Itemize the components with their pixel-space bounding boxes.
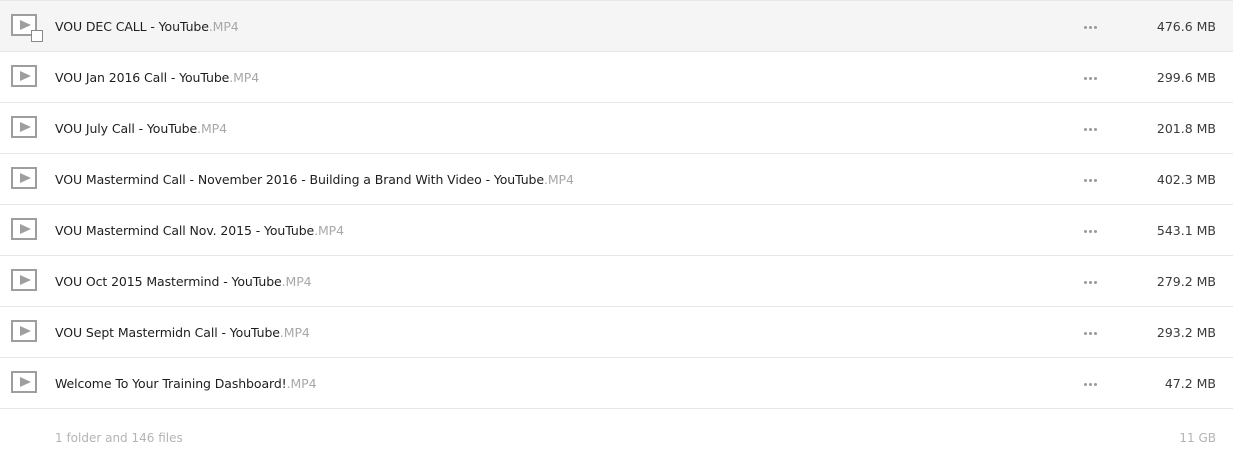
more-options-dot	[1084, 127, 1087, 131]
file-name[interactable]: VOU DEC CALL - YouTube.MP4	[55, 1, 239, 52]
file-size: 293.2 MB	[1156, 325, 1216, 340]
play-icon	[20, 121, 31, 132]
play-icon	[20, 19, 31, 30]
file-extension: .MP4	[281, 274, 312, 289]
file-name-base: VOU Sept Mastermidn Call - YouTube	[55, 325, 280, 340]
more-options-dot	[1089, 127, 1092, 131]
video-file-icon	[11, 269, 37, 291]
file-extension: .MP4	[544, 172, 574, 187]
file-count-summary: 1 folder and 146 files	[55, 431, 183, 445]
more-options-dot	[1094, 331, 1097, 335]
file-extension: .MP4	[314, 223, 344, 238]
file-size: 201.8 MB	[1156, 121, 1216, 136]
file-extension: .MP4	[279, 325, 310, 340]
more-options-dot	[1089, 178, 1092, 182]
file-extension: .MP4	[197, 121, 227, 136]
more-options-dot	[1094, 280, 1097, 284]
more-options-dot	[1084, 76, 1087, 80]
file-size: 279.2 MB	[1156, 274, 1216, 289]
more-options-dot	[1089, 280, 1092, 284]
file-row[interactable]: VOU Jan 2016 Call - YouTube.MP4 299.6 MB	[0, 52, 1233, 103]
file-name-base: VOU July Call - YouTube	[55, 121, 198, 136]
file-extension: .MP4	[286, 376, 317, 391]
file-name[interactable]: VOU July Call - YouTube.MP4	[55, 103, 227, 154]
total-size: 11 GB	[1179, 431, 1216, 445]
file-row[interactable]: VOU DEC CALL - YouTube.MP4 476.6 MB	[0, 0, 1233, 52]
more-options-dot	[1084, 331, 1087, 335]
play-icon	[20, 376, 31, 387]
more-options-dot	[1089, 331, 1092, 335]
video-file-icon	[11, 218, 37, 240]
more-options-dot	[1094, 382, 1097, 386]
more-options-dot	[1094, 178, 1097, 182]
more-options-dot	[1094, 25, 1097, 29]
more-options-icon[interactable]	[1084, 228, 1097, 234]
play-icon	[20, 274, 31, 285]
row-checkbox[interactable]	[31, 30, 43, 42]
file-size: 47.2 MB	[1164, 376, 1216, 391]
more-options-dot	[1094, 127, 1097, 131]
file-size: 476.6 MB	[1156, 19, 1216, 34]
more-options-dot	[1084, 280, 1087, 284]
video-file-icon	[11, 65, 37, 87]
more-options-icon[interactable]	[1084, 75, 1097, 81]
file-size: 402.3 MB	[1156, 172, 1216, 187]
more-options-dot	[1089, 229, 1092, 233]
file-name[interactable]: VOU Jan 2016 Call - YouTube.MP4	[55, 52, 259, 103]
play-icon	[20, 325, 31, 336]
more-options-icon[interactable]	[1084, 24, 1097, 30]
file-name[interactable]: VOU Sept Mastermidn Call - YouTube.MP4	[55, 307, 310, 358]
file-name-base: VOU Mastermind Call Nov. 2015 - YouTube	[55, 223, 315, 238]
file-row[interactable]: Welcome To Your Training Dashboard!.MP4 4…	[0, 358, 1233, 409]
file-name[interactable]: VOU Mastermind Call Nov. 2015 - YouTube.…	[55, 205, 344, 256]
more-options-dot	[1089, 382, 1092, 386]
file-row[interactable]: VOU Oct 2015 Mastermind - YouTube.MP4 279…	[0, 256, 1233, 307]
more-options-dot	[1094, 76, 1097, 80]
file-name[interactable]: VOU Mastermind Call - November 2016 - Bu…	[55, 154, 574, 205]
file-row[interactable]: VOU July Call - YouTube.MP4 201.8 MB	[0, 103, 1233, 154]
file-name[interactable]: VOU Oct 2015 Mastermind - YouTube.MP4	[55, 256, 312, 307]
more-options-dot	[1084, 382, 1087, 386]
more-options-dot	[1089, 25, 1092, 29]
file-name-base: VOU Mastermind Call - November 2016 - Bu…	[55, 172, 544, 187]
file-name-base: VOU DEC CALL - YouTube	[55, 19, 209, 34]
video-file-icon	[11, 371, 37, 393]
video-file-icon	[11, 320, 37, 342]
more-options-icon[interactable]	[1084, 381, 1097, 387]
file-row[interactable]: VOU Mastermind Call Nov. 2015 - YouTube.…	[0, 205, 1233, 256]
video-file-icon	[11, 167, 37, 189]
file-name-base: VOU Oct 2015 Mastermind - YouTube	[55, 274, 282, 289]
file-name-base: VOU Jan 2016 Call - YouTube	[55, 70, 230, 85]
file-list: VOU DEC CALL - YouTube.MP4 476.6 MB VOU Ja…	[0, 0, 1233, 409]
play-icon	[20, 223, 31, 234]
more-options-dot	[1094, 229, 1097, 233]
folder-summary-footer: 1 folder and 146 files 11 GB	[0, 410, 1233, 470]
more-options-dot	[1084, 229, 1087, 233]
more-options-dot	[1084, 178, 1087, 182]
file-extension: .MP4	[229, 70, 260, 85]
more-options-icon[interactable]	[1084, 126, 1097, 132]
more-options-dot	[1089, 76, 1092, 80]
file-name[interactable]: Welcome To Your Training Dashboard!.MP4	[55, 358, 317, 409]
play-icon	[20, 70, 31, 81]
more-options-icon[interactable]	[1084, 330, 1097, 336]
file-name-base: Welcome To Your Training Dashboard!	[55, 376, 287, 391]
file-extension: .MP4	[208, 19, 239, 34]
file-size: 543.1 MB	[1156, 223, 1216, 238]
more-options-icon[interactable]	[1084, 177, 1097, 183]
more-options-icon[interactable]	[1084, 279, 1097, 285]
video-file-icon	[11, 116, 37, 138]
play-icon	[20, 172, 31, 183]
more-options-dot	[1084, 25, 1087, 29]
file-size: 299.6 MB	[1156, 70, 1216, 85]
video-file-icon	[11, 14, 43, 42]
file-row[interactable]: VOU Mastermind Call - November 2016 - Bu…	[0, 154, 1233, 205]
file-row[interactable]: VOU Sept Mastermidn Call - YouTube.MP4 29…	[0, 307, 1233, 358]
